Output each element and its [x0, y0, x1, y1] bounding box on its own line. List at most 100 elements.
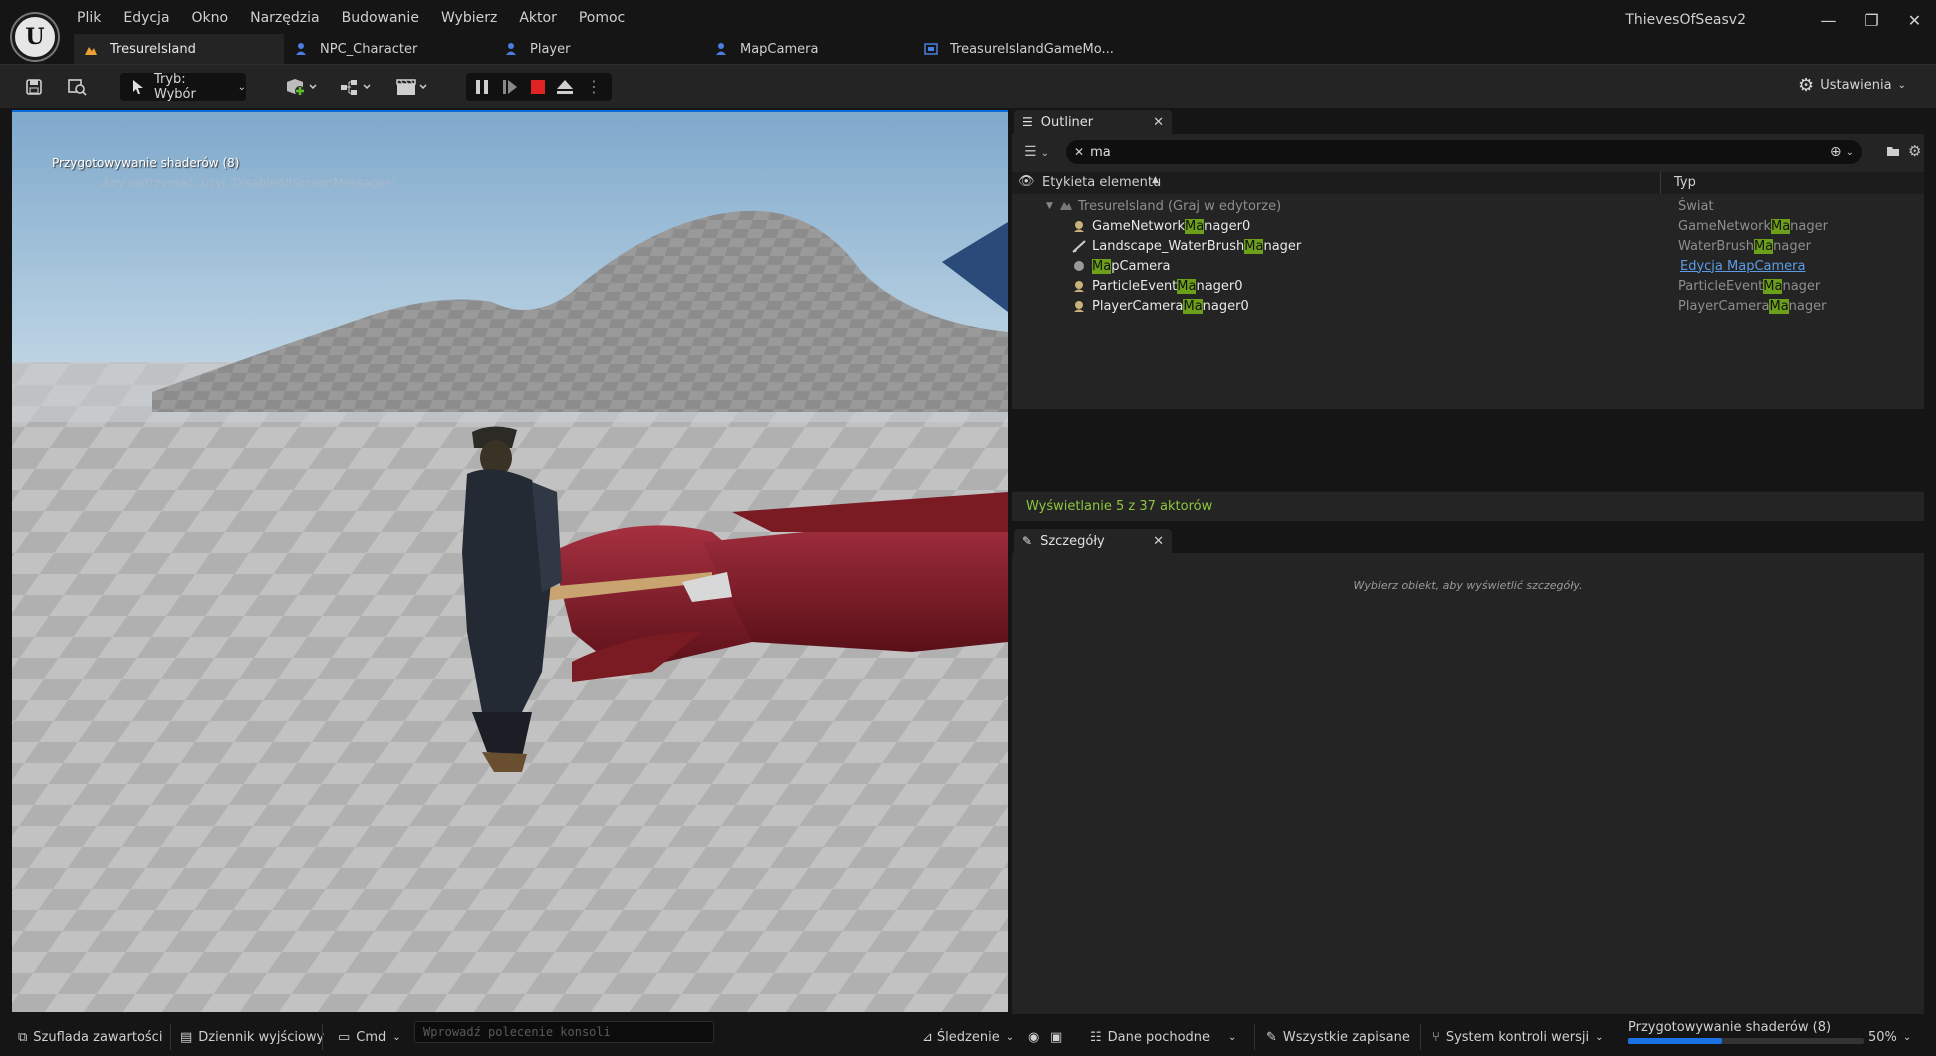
menu-actor[interactable]: Aktor	[508, 8, 568, 30]
edit-blueprint-link[interactable]: Edycja MapCamera	[1680, 259, 1805, 274]
content-drawer-button[interactable]: ⧉ Szuflada zawartości	[18, 1030, 162, 1045]
row-label: PlayerCamera	[1092, 298, 1184, 314]
row-label: nager0	[1196, 278, 1243, 294]
close-window-button[interactable]: ✕	[1893, 0, 1936, 40]
tab-tresureisland[interactable]: TresureIsland	[74, 34, 284, 64]
outliner-status: Wyświetlanie 5 z 37 aktorów	[1012, 491, 1924, 521]
step-forward-icon[interactable]	[502, 79, 518, 99]
outliner-row[interactable]: GameNetworkManager0 GameNetworkManager	[1012, 216, 1924, 236]
minimize-button[interactable]: —	[1807, 0, 1850, 40]
outliner-search-input[interactable]	[1090, 144, 1791, 160]
divider	[322, 1024, 323, 1050]
chevron-down-icon: ⌄	[1897, 80, 1906, 91]
filter-icon[interactable]: ☰ ⌄	[1024, 144, 1049, 160]
outliner-row[interactable]: MapCamera Edycja MapCamera	[1012, 256, 1924, 276]
outliner-row[interactable]: ParticleEventManager0 ParticleEventManag…	[1012, 276, 1924, 296]
menu-help[interactable]: Pomoc	[568, 8, 636, 30]
outliner-search-box: ✕ ⊕ ⌄	[1066, 140, 1862, 164]
outliner-world-row[interactable]: ▼ TresureIsland (Graj w edytorze) Świat	[1012, 196, 1924, 216]
tab-label: Player	[530, 41, 571, 57]
world-label: TresureIsland (Graj w edytorze)	[1078, 198, 1282, 214]
row-type: PlayerCamera	[1678, 298, 1770, 314]
menu-bar: Plik Edycja Okno Narzędzia Budowanie Wyb…	[66, 8, 636, 30]
eject-icon[interactable]	[556, 79, 574, 99]
tab-npc-character[interactable]: NPC_Character	[284, 34, 494, 64]
zoom-selector[interactable]: 50% ⌄	[1868, 1030, 1911, 1045]
close-icon[interactable]: ✕	[1153, 534, 1164, 549]
menu-select[interactable]: Wybierz	[430, 8, 508, 30]
pencil-icon: ✎	[1022, 534, 1033, 548]
add-filter-icon[interactable]: ⊕	[1830, 144, 1842, 160]
row-type: nager	[1782, 278, 1821, 294]
restore-button[interactable]: ❐	[1850, 0, 1893, 40]
project-title: ThievesOfSeasv2	[1625, 12, 1746, 28]
collapse-arrow-icon[interactable]: ▼	[1046, 201, 1053, 211]
record-icon[interactable]: ◉	[1028, 1030, 1039, 1045]
menu-tools[interactable]: Narzędzia	[239, 8, 330, 30]
visibility-eye-icon[interactable]: 👁	[1018, 174, 1035, 189]
database-icon: ☷	[1090, 1030, 1102, 1045]
cmd-label: Cmd	[356, 1030, 387, 1045]
tab-mapcamera[interactable]: MapCamera	[704, 34, 914, 64]
tab-label: TresureIsland	[110, 41, 196, 57]
landscape-brush-icon	[1072, 239, 1086, 253]
stop-icon[interactable]	[530, 79, 546, 99]
pause-icon[interactable]	[474, 79, 490, 99]
new-folder-icon[interactable]	[1886, 144, 1900, 162]
column-divider[interactable]	[1660, 172, 1661, 194]
menu-build[interactable]: Budowanie	[331, 8, 430, 30]
close-icon[interactable]: ✕	[1153, 115, 1164, 130]
mode-selector[interactable]: Tryb: Wybór ⌄	[120, 72, 246, 102]
tab-label: TreasureIslandGameMo...	[950, 41, 1114, 57]
browse-icon[interactable]	[64, 73, 90, 101]
cmd-selector[interactable]: ▭ Cmd ⌄	[338, 1030, 401, 1045]
save-icon[interactable]	[22, 73, 46, 101]
details-panel: Wybierz obiekt, aby wyświetlić szczegóły…	[1012, 553, 1924, 1014]
widget-icon	[924, 42, 938, 56]
clear-search-icon[interactable]: ✕	[1074, 145, 1084, 159]
unreal-logo-icon[interactable]: U	[12, 14, 58, 60]
console-command-input[interactable]	[414, 1021, 714, 1043]
camera-icon[interactable]: ▣	[1050, 1030, 1062, 1045]
chevron-down-icon[interactable]: ⌄	[1846, 147, 1854, 158]
cinematics-button[interactable]	[392, 73, 432, 101]
viewport-scene[interactable]	[12, 112, 1008, 1012]
tab-player[interactable]: Player	[494, 34, 704, 64]
viewport-hint: Aby wstrzymać, użyj 'DisableAllScreenMes…	[102, 176, 396, 190]
menu-edit[interactable]: Edycja	[112, 8, 180, 30]
settings-button[interactable]: ⚙ Ustawienia ⌄	[1798, 75, 1906, 96]
tab-label: MapCamera	[740, 41, 819, 57]
level-icon	[84, 42, 98, 56]
actor-icon	[1072, 259, 1086, 273]
row-label: pCamera	[1111, 258, 1171, 274]
column-type[interactable]: Typ	[1674, 175, 1696, 190]
row-type: WaterBrush	[1678, 238, 1754, 254]
gear-icon[interactable]: ⚙	[1908, 142, 1921, 160]
tracking-label: Śledzenie	[936, 1030, 1000, 1045]
chevron-down-icon: ⌄	[1005, 1032, 1015, 1043]
row-label: Landscape_WaterBrush	[1092, 238, 1245, 254]
outliner-row[interactable]: Landscape_WaterBrushManager WaterBrushMa…	[1012, 236, 1924, 256]
source-control-button[interactable]: ⑂ System kontroli wersji ⌄	[1432, 1030, 1604, 1045]
more-options-icon[interactable]: ⋮	[586, 77, 602, 96]
tracking-button[interactable]: ⊿ Śledzenie ⌄	[922, 1030, 1014, 1045]
shader-progress-label: Przygotowywanie shaderów (8)	[1628, 1020, 1832, 1035]
blueprint-menu-button[interactable]	[336, 73, 376, 101]
level-viewport[interactable]: Przygotowywanie shaderów (8) Aby wstrzym…	[12, 110, 1008, 1012]
all-saved-button[interactable]: ✎ Wszystkie zapisane	[1266, 1030, 1410, 1045]
output-log-button[interactable]: ▤ Dziennik wyjściowy	[180, 1030, 324, 1045]
column-label[interactable]: Etykieta elementu	[1042, 175, 1161, 190]
tab-details[interactable]: ✎ Szczegóły ✕	[1014, 529, 1172, 553]
add-actor-button[interactable]	[282, 73, 322, 101]
output-log-label: Dziennik wyjściowy	[198, 1030, 325, 1045]
row-label: nager0	[1204, 218, 1251, 234]
outliner-row[interactable]: PlayerCameraManager0 PlayerCameraManager	[1012, 296, 1924, 316]
menu-file[interactable]: Plik	[66, 8, 112, 30]
tab-outliner[interactable]: ☰ Outliner ✕	[1014, 110, 1172, 134]
drawer-icon: ⧉	[18, 1030, 28, 1045]
tab-treasureisland-gamemode[interactable]: TreasureIslandGameMo...	[914, 34, 1124, 64]
outliner-column-header: 👁 Etykieta elementu ▲ Typ	[1012, 172, 1924, 194]
search-match: Ma	[1770, 218, 1791, 234]
menu-window[interactable]: Okno	[181, 8, 240, 30]
derived-data-button[interactable]: ☷ Dane pochodne ⌄	[1090, 1030, 1236, 1045]
